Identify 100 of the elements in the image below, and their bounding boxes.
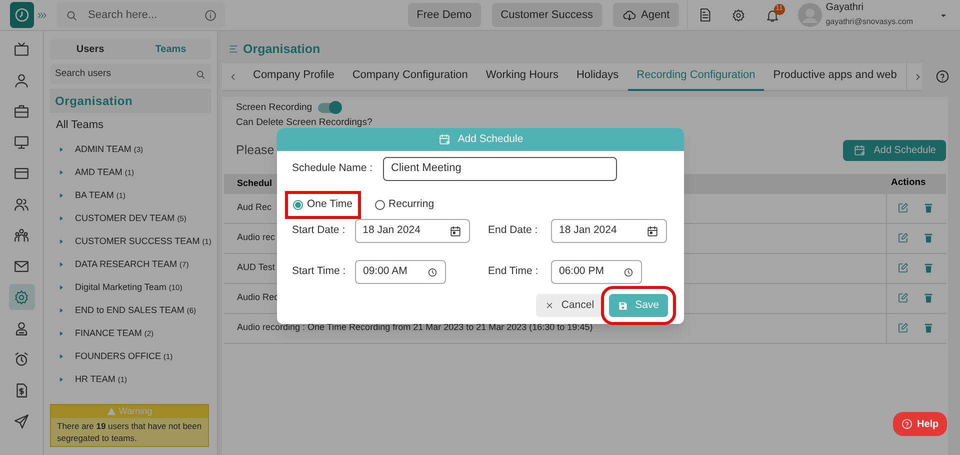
screen-recording-label: Screen Recording	[236, 101, 312, 115]
search-bar[interactable]: Search here...	[57, 2, 225, 28]
trash-icon	[923, 292, 934, 304]
briefcase-icon	[13, 102, 30, 120]
can-delete-label: Can Delete Screen Recordings?	[235, 116, 374, 130]
calendar-add-icon	[852, 144, 866, 157]
column-header: Schedul	[237, 176, 272, 190]
schedule-type-radio[interactable]: Recurring	[370, 194, 440, 216]
page-tab[interactable]: Company Profile	[244, 62, 344, 90]
top-bar-button[interactable]: Free Demo	[408, 3, 481, 27]
edit-button[interactable]	[897, 322, 909, 334]
delete-button[interactable]	[923, 262, 934, 274]
warning-icon	[106, 407, 116, 416]
edit-icon	[897, 292, 909, 304]
column-header: Actions	[890, 176, 927, 190]
edit-icon	[897, 262, 909, 274]
trash-icon	[923, 202, 934, 214]
expand-arrow-icon	[58, 284, 65, 291]
send-icon	[13, 412, 30, 430]
calendar-icon	[449, 224, 462, 238]
alarm-icon	[13, 350, 30, 368]
field-label: Schedule Name :	[292, 160, 374, 176]
field-label: Start Date :	[292, 223, 346, 238]
delete-button[interactable]	[923, 202, 934, 214]
help-icon	[935, 69, 950, 84]
help-icon	[901, 418, 913, 430]
date-field[interactable]: 18 Jan 2024	[354, 219, 470, 243]
expand-arrow-icon	[58, 330, 65, 337]
menu-icon	[228, 43, 240, 55]
trash-icon	[923, 232, 934, 244]
badge-icon	[13, 320, 30, 336]
warning-message: There are 19 users that have not been segregated to teams.	[51, 418, 208, 446]
edit-button[interactable]	[897, 202, 909, 214]
search-users-bar[interactable]: Search users	[50, 64, 211, 84]
table-cell-text: Aud Rec	[237, 201, 272, 214]
expand-arrow-icon	[58, 169, 65, 176]
edit-icon	[897, 322, 909, 334]
edit-button[interactable]	[897, 292, 909, 304]
warning-title: Warning	[118, 404, 152, 418]
clock-icon	[427, 266, 438, 278]
schedule-type-radio[interactable]: One Time	[288, 194, 358, 216]
expand-arrow-icon	[58, 353, 65, 360]
search-icon	[65, 8, 78, 22]
table-cell-text: AUD Test	[237, 261, 275, 274]
schedule-name-field[interactable]: Client Meeting	[383, 156, 617, 180]
user-name: Gayathri	[826, 1, 865, 15]
edit-button[interactable]	[897, 232, 909, 244]
expand-arrow-icon	[58, 146, 65, 153]
edit-icon	[897, 232, 909, 244]
search-icon	[195, 68, 206, 80]
gear-icon	[13, 288, 30, 306]
field-label: Start Time :	[292, 264, 347, 280]
info-icon	[204, 8, 217, 22]
delete-button[interactable]	[923, 232, 934, 244]
user-email: gayathri@snovasys.com	[826, 16, 913, 28]
table-cell-text: Audio rec	[237, 231, 276, 244]
group-icon	[13, 226, 30, 244]
avatar	[798, 3, 822, 27]
clock-icon	[623, 266, 634, 278]
page-tab[interactable]: Working Hours	[476, 62, 568, 90]
field-label: End Date :	[488, 223, 539, 238]
calendar-add-icon	[438, 133, 451, 146]
page-tab[interactable]: Company Configuration	[343, 62, 477, 90]
time-field[interactable]: 09:00 AM	[355, 260, 446, 284]
edit-icon	[897, 202, 909, 214]
user-icon	[13, 72, 30, 88]
all-teams-item[interactable]: All Teams	[56, 117, 104, 134]
nav-gear-button[interactable]	[8, 284, 34, 310]
panel-heading: Organisation	[55, 93, 133, 110]
expand-arrow-icon	[58, 307, 65, 314]
app-logo[interactable]	[10, 2, 34, 28]
top-bar-button[interactable]: Agent	[612, 3, 679, 27]
top-bar-button[interactable]: Customer Success	[492, 3, 602, 27]
calendar-icon	[646, 224, 659, 238]
notice-text: Please	[236, 142, 274, 160]
expand-arrow-icon	[58, 261, 65, 268]
search-field[interactable]: Search here...	[88, 6, 194, 24]
table-cell-text: Audio recording : One Time Recording from 21 Mar 2023 to 21 Mar 2023 (16:30 to 19:45)	[237, 321, 593, 334]
monitor-icon	[13, 134, 30, 150]
trash-icon	[923, 322, 934, 334]
dialog-title: Add Schedule	[458, 132, 524, 147]
page-tab[interactable]: Productive apps and web	[764, 62, 906, 90]
date-field[interactable]: 18 Jan 2024	[551, 219, 667, 243]
screen-recording-toggle[interactable]	[318, 103, 340, 114]
time-field[interactable]: 06:00 PM	[551, 260, 642, 284]
delete-button[interactable]	[923, 322, 934, 334]
trash-icon	[923, 262, 934, 274]
search-users-field[interactable]: Search users	[55, 66, 195, 82]
cancel-button[interactable]: Cancel	[536, 294, 604, 317]
users-icon	[13, 196, 30, 212]
expand-arrow-icon	[58, 238, 65, 245]
delete-button[interactable]	[923, 292, 934, 304]
cloud-download-icon	[622, 8, 637, 22]
help-button[interactable]: Help	[893, 412, 947, 436]
help-circle-button[interactable]	[935, 69, 950, 84]
edit-button[interactable]	[897, 262, 909, 274]
field-label: End Time :	[488, 264, 540, 280]
panel-tab[interactable]: Users	[50, 39, 130, 59]
close-icon	[545, 301, 554, 310]
page-tab[interactable]: Holidays	[567, 62, 628, 90]
